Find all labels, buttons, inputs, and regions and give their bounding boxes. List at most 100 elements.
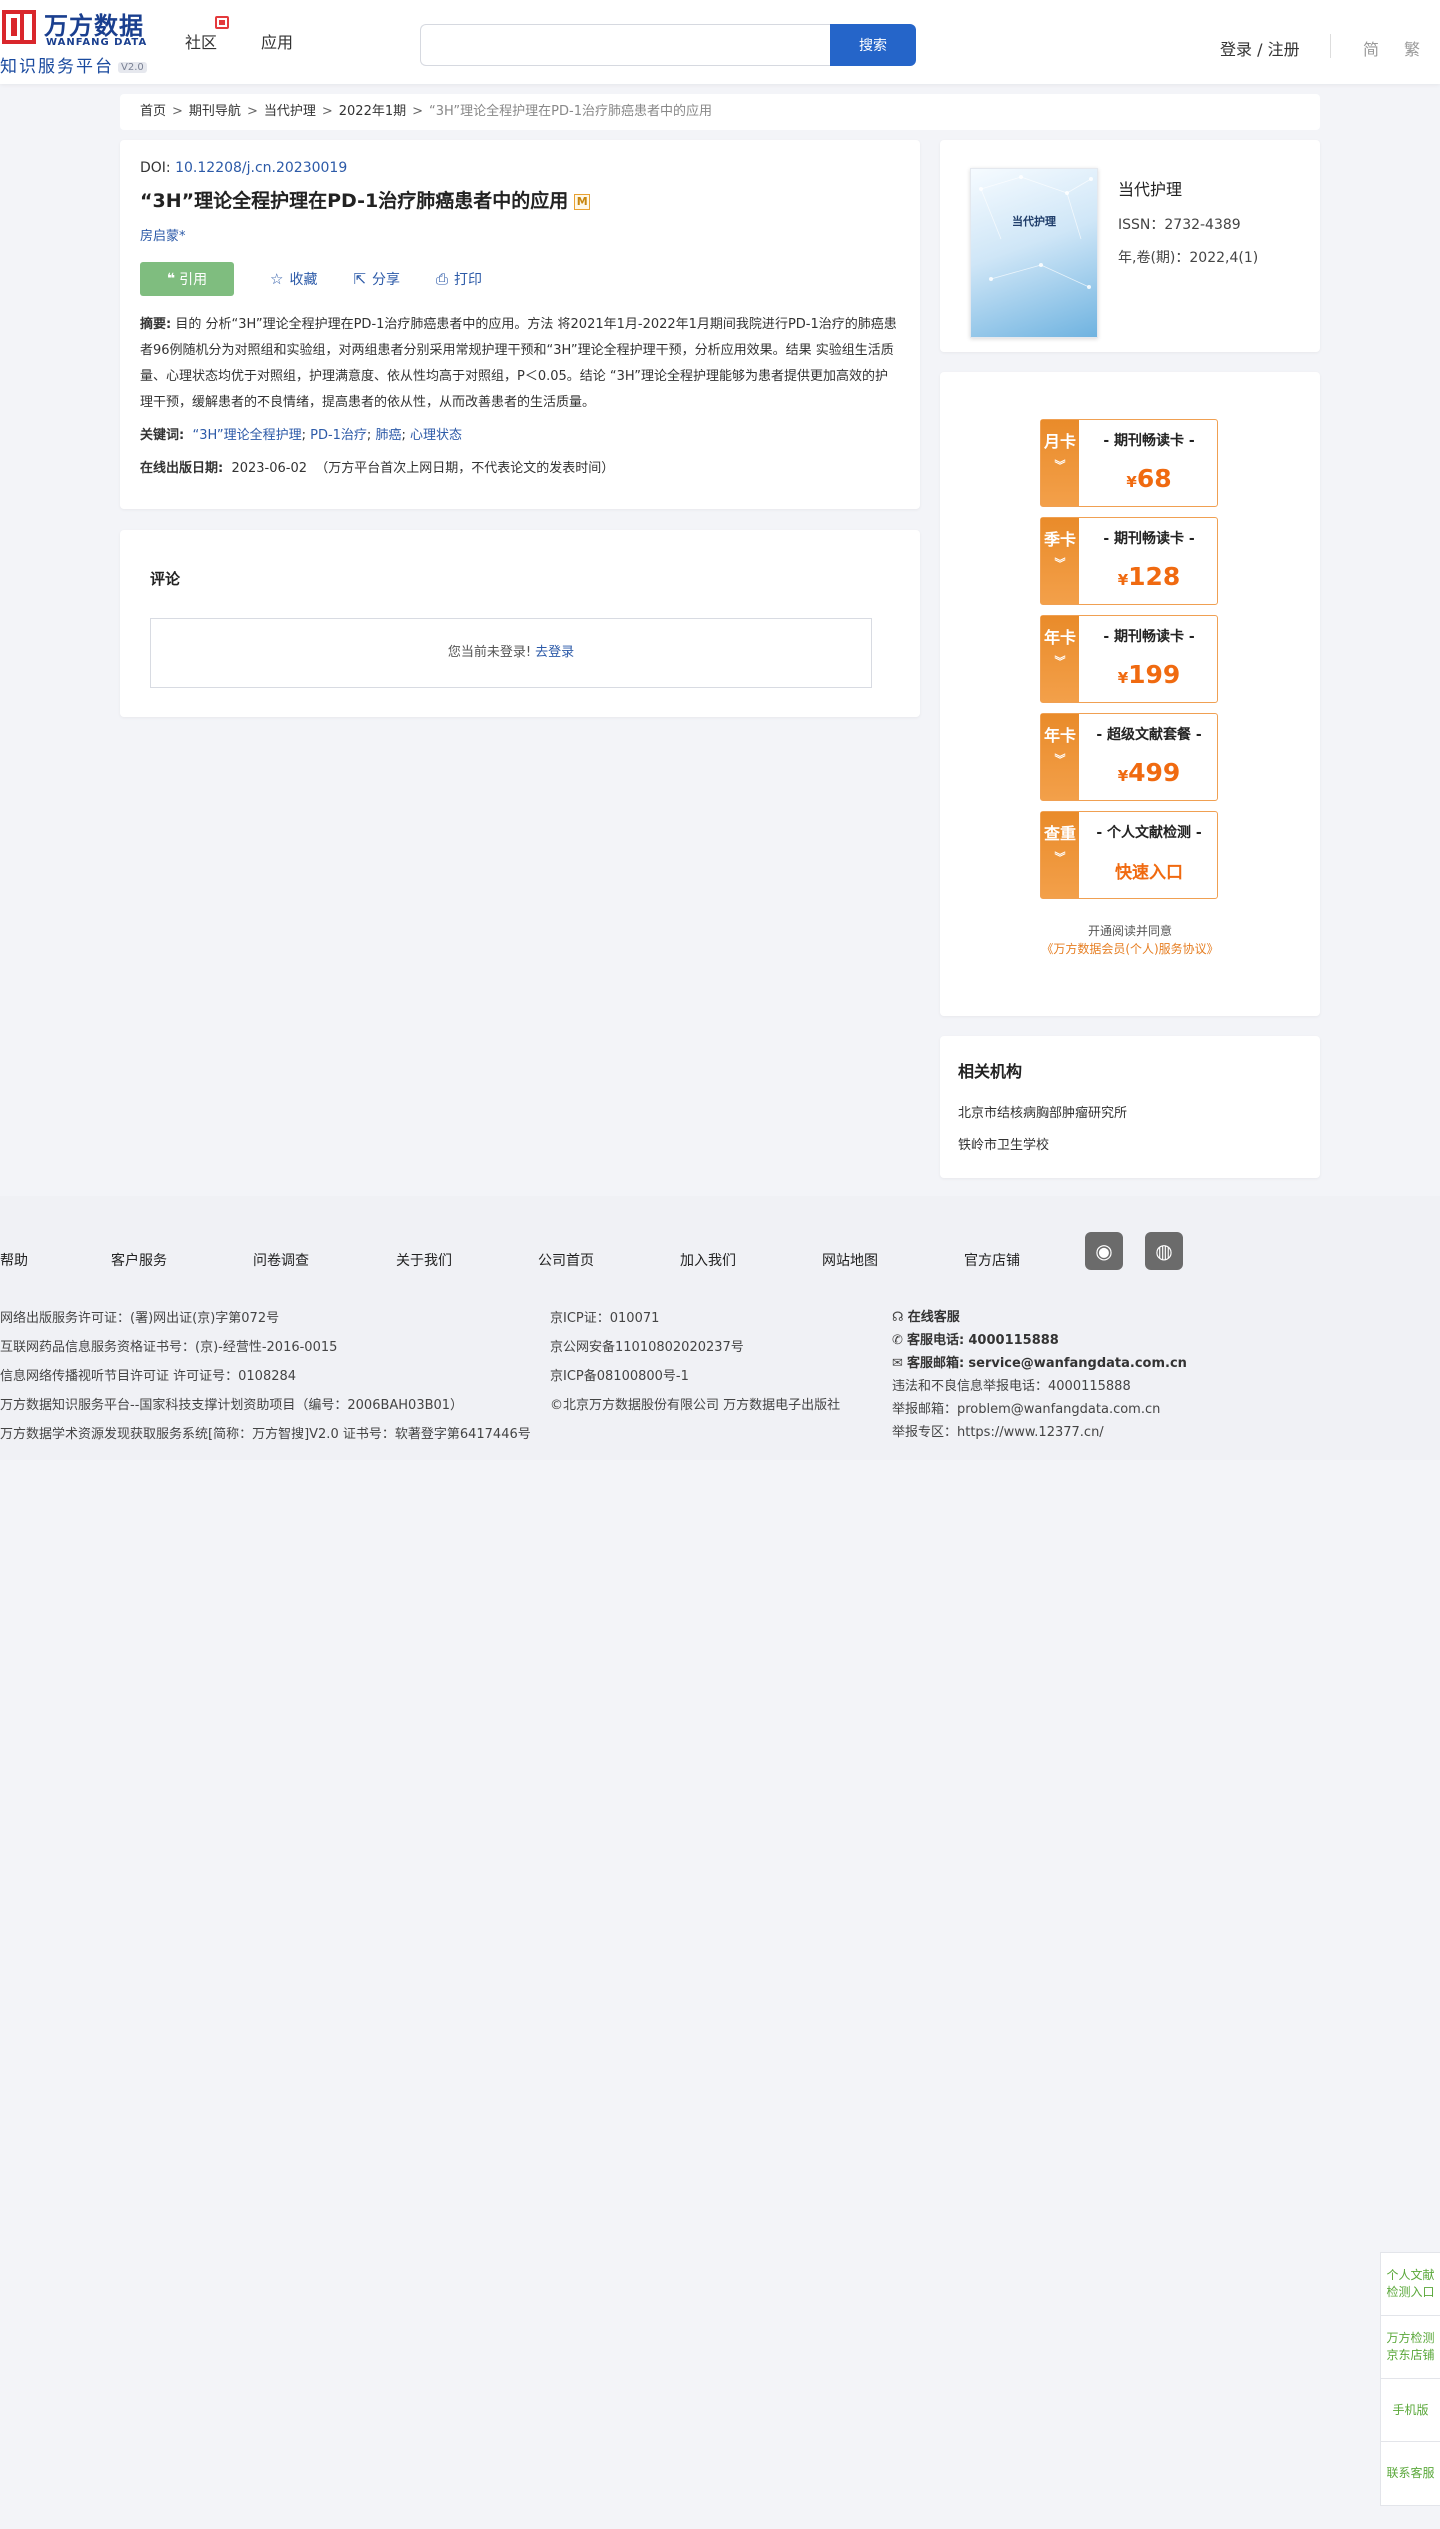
article-title: “3H”理论全程护理在PD-1治疗肺癌患者中的应用: [140, 190, 569, 212]
footer-link-about[interactable]: 关于我们: [396, 1250, 452, 1270]
doi-link[interactable]: 10.12208/j.cn.20230019: [175, 160, 347, 176]
article-actions: ❝ 引用 ☆ 收藏 ⇱ 分享 ⎙ 打印: [140, 262, 900, 296]
plan-name: - 个人文献检测 -: [1096, 825, 1202, 841]
print-label: 打印: [454, 272, 483, 288]
institutions-heading: 相关机构: [958, 1062, 1023, 1081]
lang-simplified[interactable]: 简: [1363, 36, 1379, 60]
lang-traditional[interactable]: 繁: [1404, 36, 1420, 60]
plan-name: - 超级文献套餐 -: [1096, 727, 1202, 743]
printer-icon: ⎙: [436, 270, 449, 288]
keyword-link[interactable]: “3H”理论全程护理: [192, 428, 301, 443]
plan-name: - 期刊畅读卡 -: [1103, 629, 1195, 645]
footer-link-survey[interactable]: 问卷调查: [253, 1250, 309, 1270]
journal-name[interactable]: 当代护理: [1118, 176, 1182, 200]
keyword-link[interactable]: PD-1治疗: [310, 428, 367, 443]
star-icon: ☆: [270, 270, 284, 288]
email-value[interactable]: service@wanfangdata.com.cn: [968, 1356, 1187, 1371]
plan-price: ¥68: [1126, 464, 1172, 493]
plan-plagiarism-check[interactable]: 查重 ︾ - 个人文献检测 - 快速入口: [1040, 811, 1218, 899]
quote-icon: ❝: [166, 271, 176, 287]
plan-name: - 期刊畅读卡 -: [1103, 531, 1195, 547]
chevron-down-icon: ︾: [1054, 655, 1066, 668]
login-register-link[interactable]: 登录 / 注册: [1220, 36, 1300, 60]
wechat-icon[interactable]: ◍: [1145, 1232, 1183, 1270]
share-button[interactable]: ⇱ 分享: [353, 269, 400, 289]
go-login-link[interactable]: 去登录: [535, 645, 574, 660]
search-button[interactable]: 搜索: [830, 24, 916, 66]
license-line: 互联网药品信息服务资格证书号：(京)-经营性-2016-0015: [0, 1340, 338, 1355]
keyword-link[interactable]: 心理状态: [410, 428, 462, 443]
doi-line: DOI: 10.12208/j.cn.20230019: [140, 160, 900, 176]
nav-apps[interactable]: 应用: [261, 29, 293, 53]
phone-label: 客服电话:: [907, 1333, 965, 1348]
plan-price: ¥199: [1117, 660, 1181, 689]
agreement-text: 开通阅读并同意: [1087, 924, 1172, 938]
article-title-row: “3H”理论全程护理在PD-1治疗肺癌患者中的应用 M: [140, 186, 900, 213]
plan-side-label: 年卡 ︾: [1041, 714, 1079, 800]
breadcrumb-current: “3H”理论全程护理在PD-1治疗肺癌患者中的应用: [429, 104, 712, 119]
print-button[interactable]: ⎙ 打印: [436, 269, 482, 289]
phone-icon: ✆: [892, 1333, 903, 1348]
footer-link-customer-service[interactable]: 客户服务: [111, 1250, 167, 1270]
mail-icon: ✉: [892, 1356, 903, 1371]
phone-value: 4000115888: [968, 1333, 1059, 1348]
plan-side-label: 月卡 ︾: [1041, 420, 1079, 506]
side-mobile[interactable]: 手机版: [1381, 2379, 1440, 2442]
plan-yearly[interactable]: 年卡 ︾ - 期刊畅读卡 - ¥199: [1040, 615, 1218, 703]
weibo-icon[interactable]: ◉: [1085, 1232, 1123, 1270]
chevron-down-icon: ︾: [1054, 753, 1066, 766]
comment-card: 评论 您当前未登录! 去登录: [120, 530, 920, 717]
icp-line: 京ICP证：010071: [550, 1311, 660, 1326]
online-service-label: 在线客服: [907, 1310, 960, 1325]
chevron-down-icon: ︾: [1054, 459, 1066, 472]
collect-button[interactable]: ☆ 收藏: [270, 269, 317, 289]
breadcrumb-sep: >: [172, 104, 183, 119]
cite-button[interactable]: ❝ 引用: [140, 262, 234, 296]
chevron-down-icon: ︾: [1054, 851, 1066, 864]
quick-entry-link[interactable]: 快速入口: [1079, 858, 1219, 883]
journal-card: 当代护理 当代护理 ISSN：2732-4389 年,卷(期)：2022,4(1…: [940, 140, 1320, 352]
doi-label: DOI:: [140, 160, 171, 176]
license-line: 网络出版服务许可证：(署)网出证(京)字第072号: [0, 1311, 280, 1326]
plan-price: ¥499: [1117, 758, 1181, 787]
author-link[interactable]: 房启蒙*: [140, 225, 900, 244]
side-personal-check[interactable]: 个人文献检测入口: [1381, 2253, 1440, 2316]
journal-cover[interactable]: 当代护理: [970, 168, 1098, 338]
institution-link[interactable]: 铁岭市卫生学校: [958, 1134, 1049, 1153]
keyword-link[interactable]: 肺癌: [375, 428, 401, 443]
headset-icon: ☊: [892, 1310, 904, 1325]
breadcrumb-journal[interactable]: 当代护理: [264, 104, 316, 119]
footer-link-company[interactable]: 公司首页: [538, 1250, 594, 1270]
footer-link-store[interactable]: 官方店铺: [964, 1250, 1020, 1270]
online-service-row[interactable]: ☊ 在线客服: [892, 1306, 1187, 1329]
abstract-text: 目的 分析“3H”理论全程护理在PD-1治疗肺癌患者中的应用。方法 将2021年…: [140, 317, 897, 410]
site-logo[interactable]: 万方数据 WANFANG DATA 知识服务平台 V2.0: [0, 6, 160, 77]
footer-licenses: 网络出版服务许可证：(署)网出证(京)字第072号 互联网药品信息服务资格证书号…: [0, 1304, 531, 1449]
side-contact[interactable]: 联系客服: [1381, 2442, 1440, 2505]
cite-label: 引用: [179, 272, 208, 288]
license-line: 信息网络传播视听节目许可证 许可证号：0108284: [0, 1369, 297, 1384]
footer-link-help[interactable]: 帮助: [0, 1250, 28, 1270]
report-line: 违法和不良信息举报电话：4000115888: [892, 1379, 1131, 1394]
plan-side-label: 年卡 ︾: [1041, 616, 1079, 702]
institution-link[interactable]: 北京市结核病胸部肿瘤研究所: [958, 1102, 1127, 1121]
plan-super-package[interactable]: 年卡 ︾ - 超级文献套餐 - ¥499: [1040, 713, 1218, 801]
breadcrumb-journal-nav[interactable]: 期刊导航: [189, 104, 241, 119]
footer-link-join[interactable]: 加入我们: [680, 1250, 736, 1270]
footer-link-sitemap[interactable]: 网站地图: [822, 1250, 878, 1270]
plan-monthly[interactable]: 月卡 ︾ - 期刊畅读卡 - ¥68: [1040, 419, 1218, 507]
breadcrumb-sep: >: [412, 104, 424, 119]
search-input[interactable]: [420, 24, 830, 66]
breadcrumb-home[interactable]: 首页: [140, 104, 166, 119]
agreement-link[interactable]: 《万方数据会员(个人)服务协议》: [940, 940, 1320, 957]
breadcrumb-sep: >: [246, 104, 258, 119]
plan-quarterly[interactable]: 季卡 ︾ - 期刊畅读卡 - ¥128: [1040, 517, 1218, 605]
side-jd-store[interactable]: 万方检测京东店铺: [1381, 2316, 1440, 2379]
nav-community[interactable]: 社区: [185, 29, 217, 53]
footer-contact: ☊ 在线客服 ✆ 客服电话: 4000115888 ✉ 客服邮箱: servic…: [892, 1306, 1187, 1444]
breadcrumb-issue[interactable]: 2022年1期: [339, 104, 406, 119]
report-line[interactable]: 举报专区：https://www.12377.cn/: [892, 1421, 1187, 1444]
keywords-label: 关键词:: [140, 428, 185, 443]
share-label: 分享: [372, 272, 401, 288]
email-label: 客服邮箱:: [907, 1356, 965, 1371]
